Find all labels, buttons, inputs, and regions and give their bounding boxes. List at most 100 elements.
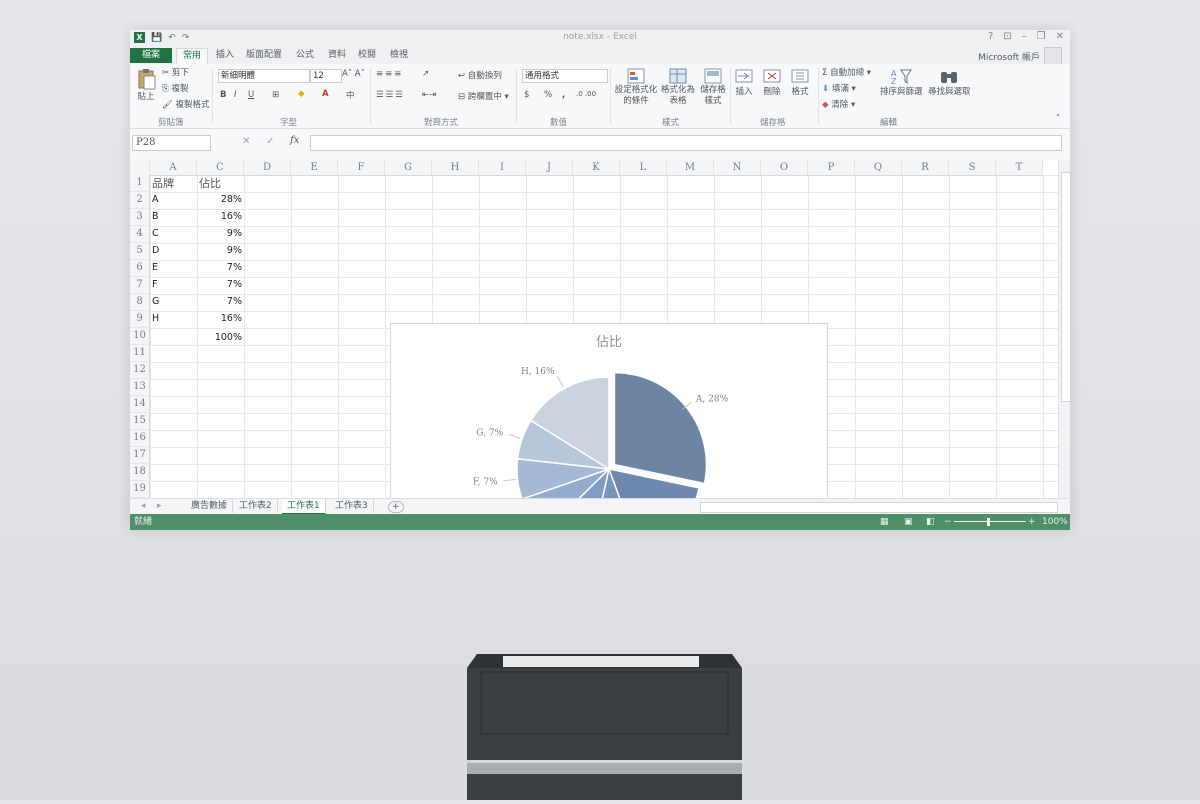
account-area[interactable]: Microsoft 帳戶 <box>978 47 1062 65</box>
cut-button[interactable]: ✂ 剪下 <box>162 66 189 78</box>
minimize-icon[interactable]: – <box>1022 31 1027 42</box>
column-header-S[interactable]: S <box>949 160 996 176</box>
header-brand[interactable]: 品牌 <box>152 176 174 192</box>
sheet-tab-ads[interactable]: 廣告數據 <box>186 499 234 513</box>
share-cell[interactable]: 16% <box>197 209 242 225</box>
brand-cell[interactable]: G <box>152 294 159 310</box>
fill-button[interactable]: ⬇ 填滿 ▾ <box>822 82 856 94</box>
collapse-ribbon-icon[interactable]: ˄ <box>1056 114 1060 124</box>
italic-button[interactable]: I <box>234 90 237 100</box>
autosum-button[interactable]: Σ 自動加總 ▾ <box>822 66 871 78</box>
help-icon[interactable]: ? <box>988 31 993 42</box>
column-header-G[interactable]: G <box>385 160 432 176</box>
align-left-icon[interactable]: ☰☰☰ <box>376 90 405 100</box>
column-header-A[interactable]: A <box>150 160 197 176</box>
column-header-O[interactable]: O <box>761 160 808 176</box>
scroll-thumb[interactable] <box>1061 172 1070 402</box>
tab-insert[interactable]: 插入 <box>216 48 234 63</box>
row-header-13[interactable]: 13 <box>130 379 150 396</box>
column-header-N[interactable]: N <box>714 160 761 176</box>
share-cell[interactable]: 7% <box>197 260 242 276</box>
page-layout-view-icon[interactable]: ▣ <box>904 514 913 530</box>
column-header-H[interactable]: H <box>432 160 479 176</box>
column-header-T[interactable]: T <box>996 160 1043 176</box>
merge-center-button[interactable]: ⊟ 跨欄置中 ▾ <box>458 90 509 102</box>
close-icon[interactable]: ✕ <box>1056 31 1064 42</box>
column-header-C[interactable]: C <box>197 160 244 176</box>
page-break-view-icon[interactable]: ◧ <box>926 514 935 530</box>
column-header-J[interactable]: J <box>526 160 573 176</box>
row-header-1[interactable]: 1 <box>130 175 150 192</box>
format-as-table-button[interactable]: 格式化為表格 <box>660 67 696 107</box>
share-cell[interactable]: 9% <box>197 243 242 259</box>
column-header-Q[interactable]: Q <box>855 160 902 176</box>
column-header-P[interactable]: P <box>808 160 855 176</box>
brand-cell[interactable]: H <box>152 311 159 327</box>
conditional-format-button[interactable]: 設定格式化的條件 <box>614 67 658 107</box>
share-cell[interactable]: 16% <box>197 311 242 327</box>
row-header-8[interactable]: 8 <box>130 294 150 311</box>
row-header-9[interactable]: 9 <box>130 311 150 328</box>
vertical-scrollbar[interactable] <box>1058 160 1070 498</box>
name-box[interactable]: P28 <box>132 135 211 151</box>
row-header-10[interactable]: 10 <box>130 328 150 345</box>
fill-color-icon[interactable]: ◆ <box>298 89 305 99</box>
header-share[interactable]: 佔比 <box>199 176 221 192</box>
brand-cell[interactable]: B <box>152 209 159 225</box>
sheet-tab-2[interactable]: 工作表2 <box>234 499 278 513</box>
row-header-16[interactable]: 16 <box>130 430 150 447</box>
row-header-18[interactable]: 18 <box>130 464 150 481</box>
brand-cell[interactable]: A <box>152 192 159 208</box>
sort-filter-button[interactable]: AZ 排序與篩選 <box>880 67 923 97</box>
row-header-17[interactable]: 17 <box>130 447 150 464</box>
indent-icon[interactable]: ⇤⇥ <box>422 90 436 100</box>
clear-button[interactable]: ◆ 清除 ▾ <box>822 98 855 110</box>
brand-cell[interactable]: D <box>152 243 159 259</box>
format-painter-button[interactable]: 🖌 複製格式 <box>162 98 210 110</box>
font-name-select[interactable]: 新細明體 <box>218 69 310 83</box>
insert-cells-button[interactable]: 插入 <box>734 67 754 97</box>
share-cell[interactable]: 7% <box>197 294 242 310</box>
formula-input[interactable] <box>310 135 1062 151</box>
font-color-icon[interactable]: A <box>322 89 329 99</box>
column-header-K[interactable]: K <box>573 160 620 176</box>
row-header-4[interactable]: 4 <box>130 226 150 243</box>
tab-data[interactable]: 資料 <box>328 48 346 63</box>
worksheet-grid[interactable]: ACDEFGHIJKLMNOPQRST 1 2 3 4 5 6 7 8 9 10 11 12 13 14 1… <box>130 160 1058 530</box>
currency-button[interactable]: $ <box>524 90 529 100</box>
enter-icon[interactable]: ✓ <box>266 136 274 147</box>
cancel-icon[interactable]: ✕ <box>242 136 250 147</box>
zoom-level[interactable]: 100% <box>1042 514 1068 530</box>
tab-home[interactable]: 常用 <box>176 48 209 64</box>
tab-formulas[interactable]: 公式 <box>296 48 314 63</box>
row-header-14[interactable]: 14 <box>130 396 150 413</box>
row-header-2[interactable]: 2 <box>130 192 150 209</box>
font-size-select[interactable]: 12 <box>310 69 342 83</box>
percent-button[interactable]: % <box>544 90 552 100</box>
total-cell[interactable]: 100% <box>197 330 242 346</box>
row-header-6[interactable]: 6 <box>130 260 150 277</box>
delete-cells-button[interactable]: 刪除 <box>762 67 782 97</box>
row-header-5[interactable]: 5 <box>130 243 150 260</box>
copy-button[interactable]: ⎘ 複製 <box>162 82 189 94</box>
orientation-icon[interactable]: ↗ <box>422 69 429 79</box>
border-icon[interactable]: ⊞ <box>272 90 279 100</box>
sheet-next-icon[interactable]: ▸ <box>152 499 167 513</box>
add-sheet-button[interactable]: + <box>388 501 404 513</box>
align-top-icon[interactable]: ≡≡≡ <box>376 69 403 79</box>
share-cell[interactable]: 28% <box>197 192 242 208</box>
row-header-11[interactable]: 11 <box>130 345 150 362</box>
paste-button[interactable]: 貼上 <box>136 68 156 102</box>
row-header-19[interactable]: 19 <box>130 481 150 498</box>
column-header-R[interactable]: R <box>902 160 949 176</box>
zoom-slider-thumb[interactable] <box>987 518 990 526</box>
decimal-icon[interactable]: .0 .00 <box>576 90 596 98</box>
row-header-3[interactable]: 3 <box>130 209 150 226</box>
column-header-D[interactable]: D <box>244 160 291 176</box>
underline-button[interactable]: U <box>248 90 254 100</box>
insert-function-button[interactable]: fx <box>290 135 299 146</box>
column-header-L[interactable]: L <box>620 160 667 176</box>
zoom-slider[interactable] <box>954 521 1026 522</box>
sheet-tab-1[interactable]: 工作表1 <box>282 499 326 515</box>
brand-cell[interactable]: C <box>152 226 159 242</box>
